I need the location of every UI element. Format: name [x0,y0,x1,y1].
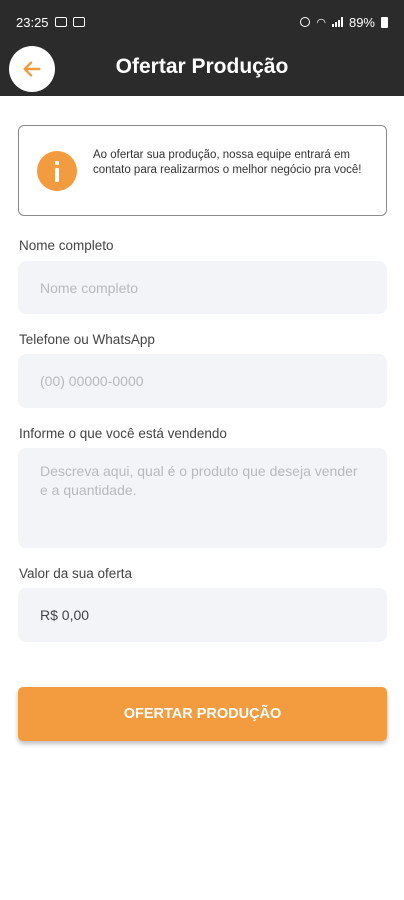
description-textarea[interactable] [18,448,387,548]
signal-icon [331,17,343,27]
wifi-icon: ◠ [316,16,326,29]
description-label: Informe o que você está vendendo [19,426,227,441]
info-card: Ao ofertar sua produção, nossa equipe en… [18,125,387,216]
page-title: Ofertar Produção [115,55,289,78]
battery-level: 89% [348,14,375,30]
offer-input[interactable] [18,588,387,642]
status-bar: 23:25 ◠ 89% [0,0,404,44]
notification-icon [72,17,85,27]
status-time: 23:25 [16,14,49,30]
app-bar: Ofertar Produção [0,44,404,96]
phone-label: Telefone ou WhatsApp [19,332,155,347]
info-message: Ao ofertar sua produção, nossa equipe en… [93,149,362,176]
name-input[interactable] [18,261,387,314]
offer-label: Valor da sua oferta [19,566,133,581]
battery-icon [381,16,388,28]
gallery-icon [54,17,67,27]
phone-input[interactable] [18,354,387,408]
arrow-left-icon [23,61,41,77]
name-label: Nome completo [19,238,114,253]
submit-offer-button[interactable]: OFERTAR PRODUÇÃO [18,687,387,741]
back-button[interactable] [9,46,55,92]
alarm-icon [300,17,311,27]
info-icon [37,151,77,191]
